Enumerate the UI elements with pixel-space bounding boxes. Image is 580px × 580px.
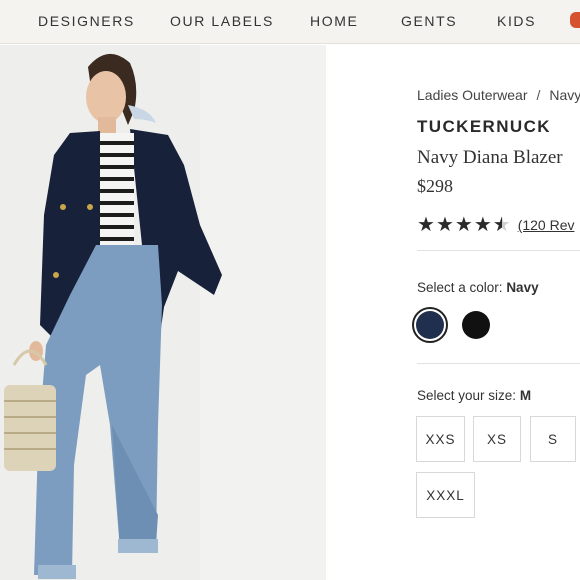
product-price: $298 xyxy=(417,176,453,196)
color-select-label: Select a color: Navy xyxy=(417,280,539,295)
product-photo[interactable] xyxy=(0,45,326,580)
rating: ★ ★ ★ ★ ★ (120 Rev xyxy=(417,215,575,235)
star-icon: ★ xyxy=(473,214,492,236)
nav-item-kids[interactable]: KIDS xyxy=(497,13,536,29)
nav-item-our-labels[interactable]: OUR LABELS xyxy=(170,13,274,29)
color-swatch-black[interactable] xyxy=(458,307,494,343)
size-select-label: Select your size: M xyxy=(417,388,531,403)
half-star-icon: ★ xyxy=(492,214,511,236)
breadcrumb-separator: / xyxy=(536,87,541,103)
divider xyxy=(417,363,580,364)
divider xyxy=(417,250,580,251)
product-details-panel: Ladies Outerwear / Navy TUCKERNUCK Navy Di… xyxy=(326,45,580,580)
size-button-xxs[interactable]: XXS xyxy=(416,416,465,462)
brand-name[interactable]: TUCKERNUCK xyxy=(417,117,551,137)
size-button-xs[interactable]: XS xyxy=(473,416,521,462)
star-icon: ★ xyxy=(454,214,473,236)
breadcrumb-item-navy[interactable]: Navy xyxy=(549,87,580,103)
star-icon: ★ xyxy=(417,214,435,236)
selected-size: M xyxy=(519,388,532,403)
star-icon: ★ xyxy=(435,214,454,236)
product-title: Navy Diana Blazer xyxy=(417,147,563,168)
nav-item-designers[interactable]: DESIGNERS xyxy=(38,13,135,29)
size-button-xxxl[interactable]: XXXL xyxy=(416,472,475,518)
swatch-fill-black xyxy=(462,311,490,339)
size-button-s[interactable]: S xyxy=(530,416,576,462)
color-select-prompt: Select a color: xyxy=(417,280,503,295)
swatch-fill-navy xyxy=(416,311,444,339)
breadcrumb-item-category[interactable]: Ladies Outerwear xyxy=(417,87,528,103)
selected-color: Navy xyxy=(506,280,539,295)
model-illustration xyxy=(0,45,326,580)
nav-item-home[interactable]: HOME xyxy=(310,13,358,29)
size-select-prompt: Select your size: xyxy=(417,388,517,403)
nav-overflow-indicator xyxy=(570,12,580,28)
breadcrumb: Ladies Outerwear / Navy xyxy=(417,87,580,103)
top-nav: DESIGNERS OUR LABELS HOME GENTS KIDS xyxy=(0,0,580,44)
color-swatch-navy[interactable] xyxy=(412,307,448,343)
nav-item-gents[interactable]: GENTS xyxy=(401,13,457,29)
reviews-link[interactable]: (120 Rev xyxy=(518,217,575,233)
